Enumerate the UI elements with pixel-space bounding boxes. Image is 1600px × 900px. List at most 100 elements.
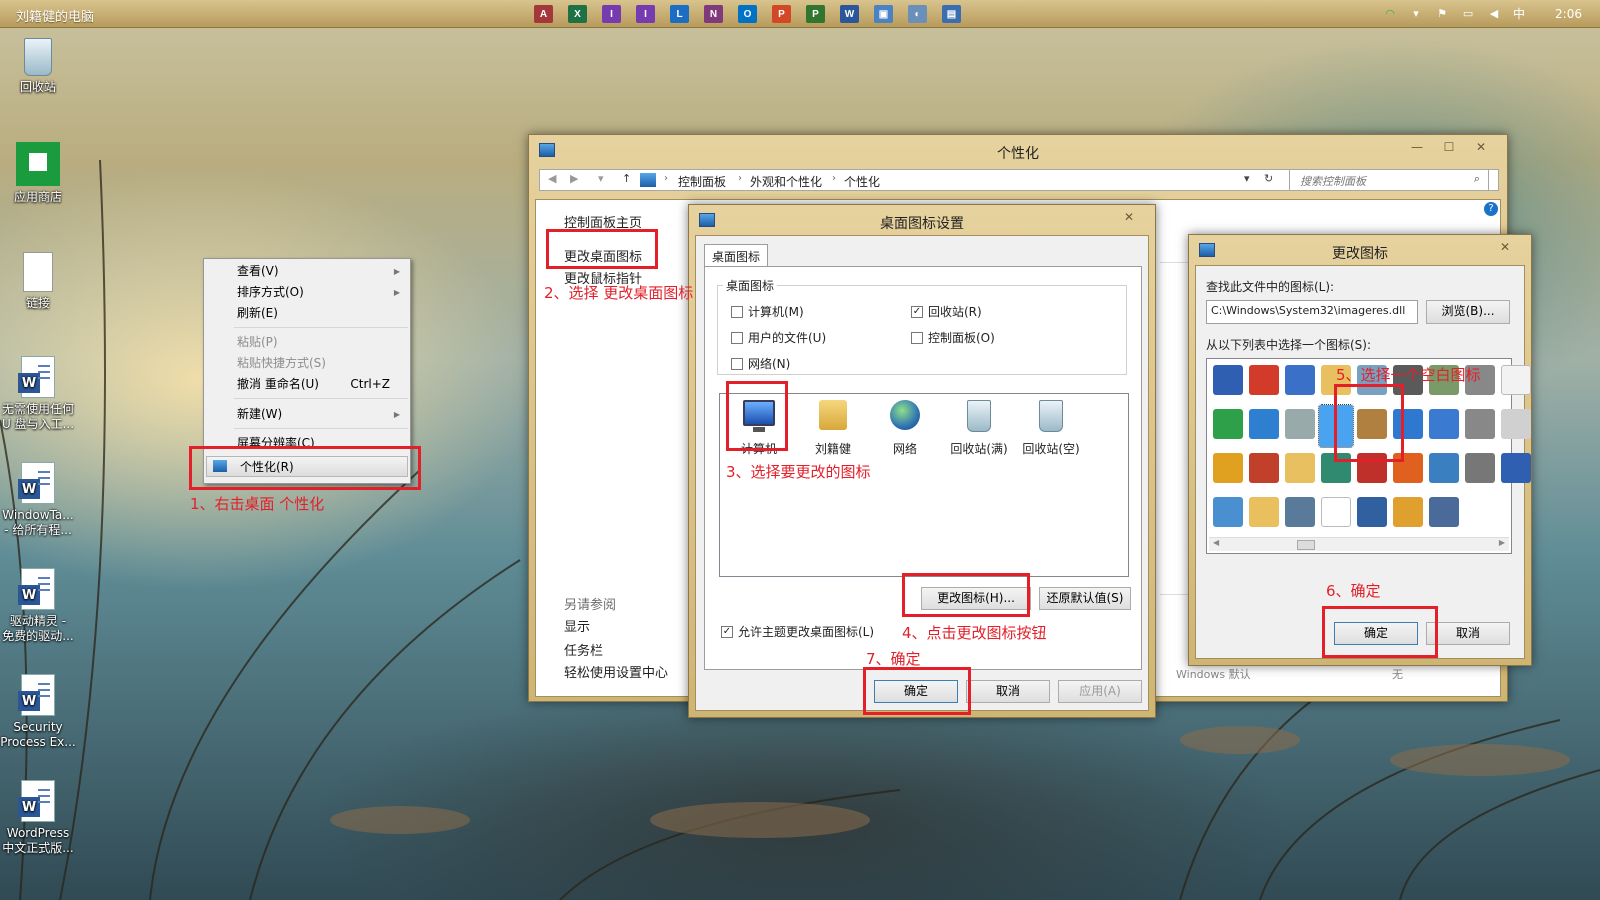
user-icon[interactable] <box>1357 409 1387 439</box>
link-ease-of-access[interactable]: 轻松使用设置中心 <box>564 662 668 681</box>
help-icon[interactable] <box>1501 453 1531 483</box>
icon-item-computer[interactable]: 计算机 <box>724 400 794 457</box>
picture-icon[interactable] <box>1429 453 1459 483</box>
remote-desktop-app-icon[interactable]: ▣ <box>874 5 893 23</box>
tab-desktop-icons[interactable]: 桌面图标 <box>704 244 769 268</box>
checkbox-control-panel[interactable]: 控制面板(O) <box>911 329 995 346</box>
scroll-thumb[interactable] <box>1297 540 1315 550</box>
access-app-icon[interactable]: A <box>534 5 553 23</box>
checkbox-box[interactable] <box>731 331 743 344</box>
text-icon[interactable] <box>1393 453 1423 483</box>
link-display[interactable]: 显示 <box>564 616 590 635</box>
dvd-icon[interactable] <box>1465 409 1495 439</box>
dvd-rom-icon[interactable] <box>1465 453 1495 483</box>
menu-item-new[interactable]: 新建(W) ▶ <box>204 404 410 425</box>
checkbox-allow-themes[interactable]: ✓ 允许主题更改桌面图标(L) <box>721 623 874 640</box>
powerpoint-app-icon[interactable]: P <box>772 5 791 23</box>
horizontal-scrollbar[interactable]: ◀ ▶ <box>1209 537 1509 551</box>
music-folder-icon[interactable] <box>1213 497 1243 527</box>
tray-overflow-icon[interactable]: ▾ <box>1409 7 1423 21</box>
wifi-icon[interactable]: ◠ <box>1383 7 1397 21</box>
globe-icon[interactable] <box>1321 453 1351 483</box>
control-panel-app-icon[interactable]: ◐ <box>908 5 927 23</box>
menu-item-undo[interactable]: 撤消 重命名(U) Ctrl+Z <box>204 374 410 395</box>
word-app-icon[interactable]: W <box>840 5 859 23</box>
maximize-button[interactable]: ☐ <box>1433 138 1465 156</box>
checkbox-box[interactable] <box>731 305 743 318</box>
desktop-icon-link[interactable]: 链接 <box>0 252 76 311</box>
menu-item-sort[interactable]: 排序方式(O) ▶ <box>204 282 410 303</box>
music-icon[interactable] <box>1429 409 1459 439</box>
desktop-icon-recycle-bin[interactable]: 回收站 <box>0 38 76 95</box>
blank-icon[interactable] <box>1318 404 1354 448</box>
lync-app-icon[interactable]: L <box>670 5 689 23</box>
menu-item-view[interactable]: 查看(V) ▶ <box>204 261 410 282</box>
checkbox-box[interactable]: ✓ <box>911 305 923 318</box>
computer-icon[interactable] <box>1285 365 1315 395</box>
breadcrumb-appearance[interactable]: 外观和个性化 <box>750 173 822 190</box>
address-dropdown-icon[interactable]: ▾ <box>1244 172 1250 185</box>
menu-item-paste-shortcut[interactable]: 粘贴快捷方式(S) <box>204 353 410 374</box>
font-icon[interactable] <box>1357 453 1387 483</box>
close-button[interactable]: ✕ <box>1489 238 1521 256</box>
ok-button[interactable]: 确定 <box>1334 622 1418 645</box>
apply-button[interactable]: 应用(A) <box>1058 680 1142 703</box>
checkbox-user-files[interactable]: 用户的文件(U) <box>731 329 826 346</box>
letter-icon[interactable] <box>1393 497 1423 527</box>
projector-icon[interactable] <box>1501 409 1531 439</box>
personalization-app-icon[interactable]: ▤ <box>942 5 961 23</box>
menu-item-paste[interactable]: 粘贴(P) <box>204 332 410 353</box>
blank-icon-2[interactable] <box>1321 497 1351 527</box>
document-icon[interactable] <box>1501 365 1531 395</box>
help-icon[interactable]: ? <box>1484 202 1498 216</box>
text-document-icon[interactable] <box>1357 497 1387 527</box>
up-icon[interactable]: ↑ <box>622 172 631 185</box>
infopath-app-icon[interactable]: I <box>602 5 621 23</box>
monitor-icon[interactable] <box>1213 365 1243 395</box>
change-icon-button[interactable]: 更改图标(H)... <box>921 587 1031 610</box>
desktop-icon-list[interactable]: 计算机 刘籍健 网络 回收站(满) 回收站(空) <box>719 393 1129 577</box>
close-button[interactable]: ✕ <box>1465 138 1497 156</box>
desktop-icon-doc-3[interactable]: W 驱动精灵 - 免费的驱动... <box>0 568 76 644</box>
desktop-icon-doc-5[interactable]: W WordPress 中文正式版... <box>0 780 76 856</box>
restore-default-button[interactable]: 还原默认值(S) <box>1039 587 1131 610</box>
refresh-icon[interactable]: ↻ <box>1264 172 1273 185</box>
file-path-input[interactable]: C:\Windows\System32\imageres.dll <box>1206 300 1418 324</box>
apps-icon[interactable] <box>1249 453 1279 483</box>
checkbox-box[interactable] <box>731 357 743 370</box>
link-control-panel-home[interactable]: 控制面板主页 <box>564 212 642 231</box>
ime-indicator[interactable]: 中 <box>1513 5 1525 22</box>
desktop-icon-doc-1[interactable]: W 无需使用任何 U 盘与入工... <box>0 356 76 432</box>
scroll-right-icon[interactable]: ▶ <box>1499 538 1505 547</box>
breadcrumb-personalization[interactable]: 个性化 <box>844 173 880 190</box>
checkbox-box[interactable]: ✓ <box>721 625 733 638</box>
desktop-icon-doc-4[interactable]: W Security Process Ex... <box>0 674 76 750</box>
excel-app-icon[interactable]: X <box>568 5 587 23</box>
icon-item-user[interactable]: 刘籍健 <box>798 400 868 457</box>
infopath-filler-app-icon[interactable]: I <box>636 5 655 23</box>
screen-icon[interactable] <box>1249 409 1279 439</box>
settings-icon[interactable] <box>1285 409 1315 439</box>
checkbox-recycle-bin[interactable]: ✓ 回收站(R) <box>911 303 982 320</box>
library-icon[interactable] <box>1249 497 1279 527</box>
icon-grid[interactable]: ◀ ▶ <box>1206 358 1531 554</box>
search-icon[interactable] <box>1393 409 1423 439</box>
checkbox-computer[interactable]: 计算机(M) <box>731 303 804 320</box>
cancel-button[interactable]: 取消 <box>1426 622 1510 645</box>
network-icon[interactable]: ▭ <box>1461 7 1475 21</box>
clock[interactable]: 2:06 <box>1555 7 1582 21</box>
warning-shield-icon[interactable] <box>1213 453 1243 483</box>
list-icon[interactable] <box>1285 497 1315 527</box>
checkbox-network[interactable]: 网络(N) <box>731 355 790 372</box>
recent-dropdown-icon[interactable]: ▾ <box>598 172 604 185</box>
project-app-icon[interactable]: P <box>806 5 825 23</box>
browse-button[interactable]: 浏览(B)... <box>1426 300 1510 324</box>
desktop-icon-store[interactable]: 应用商店 <box>0 142 76 205</box>
desktop-icon-doc-2[interactable]: W WindowTa... - 给所有程... <box>0 462 76 538</box>
cancel-button[interactable]: 取消 <box>966 680 1050 703</box>
favorites-icon[interactable] <box>1285 453 1315 483</box>
error-shield-icon[interactable] <box>1249 365 1279 395</box>
outlook-app-icon[interactable]: O <box>738 5 757 23</box>
icon-item-network[interactable]: 网络 <box>870 400 940 457</box>
search-input[interactable]: 搜索控制面板 ⌕ <box>1289 169 1489 191</box>
